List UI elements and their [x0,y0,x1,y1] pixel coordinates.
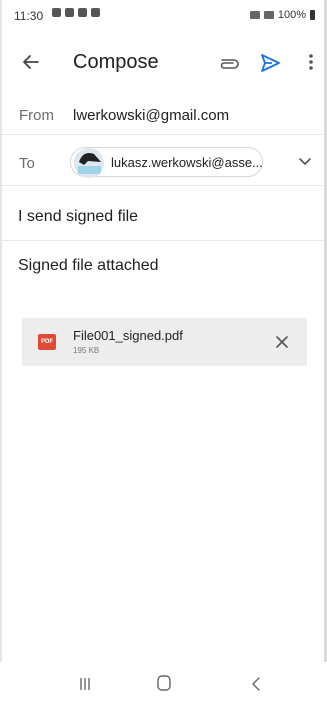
remove-attachment-button[interactable] [273,333,291,351]
navigation-bar [0,662,327,706]
battery-icon [310,10,315,20]
from-label: From [19,107,54,124]
divider [2,134,324,135]
attachment-size: 195 KB [73,346,100,355]
expand-recipients-button[interactable] [296,155,314,169]
pdf-icon: PDF [38,334,56,350]
paperclip-icon [220,59,239,69]
divider [2,240,324,241]
recent-apps-button[interactable] [77,676,93,692]
chevron-down-icon [299,158,311,165]
notification-icons [52,8,100,17]
app-bar: Compose [0,40,327,84]
attachment-card[interactable]: PDF File001_signed.pdf 195 KB [22,318,307,366]
chevron-left-icon [252,677,260,691]
trash-icon [91,8,100,17]
status-bar: 11:30 100% [0,0,327,30]
subject-field[interactable]: I send signed file [18,208,138,226]
signal-icon [263,11,274,19]
frame-left-edge [0,0,2,706]
from-address[interactable]: lwerkowski@gmail.com [73,107,229,124]
alarm-icon [249,11,260,19]
attachment-name: File001_signed.pdf [73,328,183,343]
recipient-chip[interactable]: lukasz.werkowski@asse... [70,147,263,178]
close-icon [276,336,288,348]
battery-percent: 100% [277,9,306,21]
gallery-icon [65,8,74,17]
page-title: Compose [73,51,159,73]
to-label: To [19,155,35,172]
status-time: 11:30 [14,9,44,23]
body-field[interactable]: Signed file attached [18,257,159,275]
nav-back-button[interactable] [250,676,262,692]
mail-icon [78,8,87,17]
home-icon [157,675,171,691]
divider [2,185,324,186]
more-options-button[interactable] [304,50,318,74]
more-vert-icon [309,54,313,70]
recipient-address: lukasz.werkowski@asse... [111,155,263,170]
attach-button[interactable] [216,52,242,74]
send-icon [261,54,280,72]
back-button[interactable] [18,49,44,75]
send-button[interactable] [258,52,282,74]
recent-apps-icon [80,678,90,690]
arrow-left-icon [23,55,39,69]
avatar [74,148,104,178]
notification-icon [52,8,61,17]
status-indicators: 100% [249,9,315,21]
home-button[interactable] [156,674,172,692]
